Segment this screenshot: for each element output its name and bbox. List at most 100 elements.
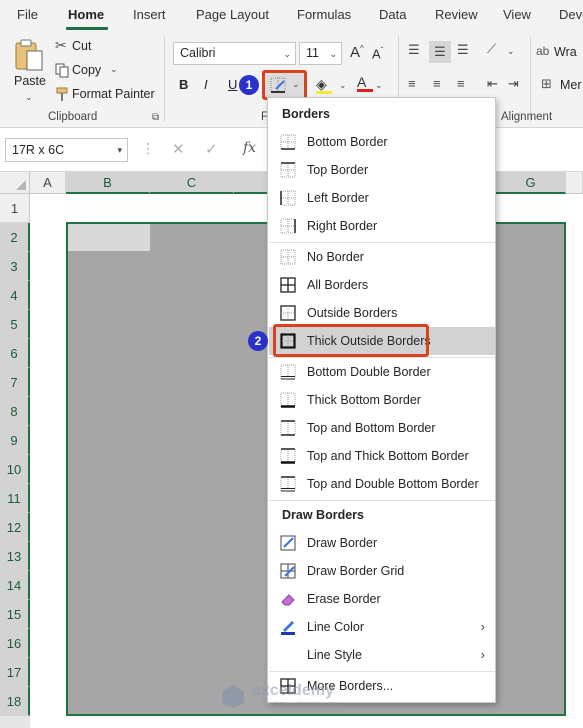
menu-item-all-borders[interactable]: All Borders bbox=[269, 271, 495, 299]
orientation-button[interactable]: ⟋ bbox=[487, 41, 496, 57]
menu-item-top-and-double-bottom-border[interactable]: Top and Double Bottom Border bbox=[269, 470, 495, 498]
dialog-launcher-icon[interactable]: ⧉ bbox=[152, 112, 159, 123]
menu-item-right-border[interactable]: Right Border bbox=[269, 212, 495, 240]
tab-insert[interactable]: Insert bbox=[133, 7, 166, 22]
row-header-13[interactable]: 13 bbox=[0, 542, 30, 571]
row-header-11[interactable]: 11 bbox=[0, 484, 30, 513]
insert-function-icon[interactable]: fx bbox=[243, 140, 256, 156]
tab-formulas[interactable]: Formulas bbox=[297, 7, 351, 22]
column-header-b[interactable]: B bbox=[66, 172, 150, 194]
cut-button[interactable]: ✂ Cut bbox=[55, 37, 115, 57]
name-box[interactable]: 17R x 6C ▾ bbox=[5, 138, 128, 162]
row-header-5[interactable]: 5 bbox=[0, 310, 30, 339]
menu-item-label: Top Border bbox=[307, 163, 369, 177]
font-color-button[interactable]: A bbox=[357, 74, 373, 92]
menu-item-line-color[interactable]: Line Color › bbox=[269, 613, 495, 641]
menu-item-erase-border[interactable]: Erase Border bbox=[269, 585, 495, 613]
menu-item-bottom-border[interactable]: Bottom Border bbox=[269, 128, 495, 156]
menu-item-bottom-double-border[interactable]: Bottom Double Border bbox=[269, 358, 495, 386]
tab-home[interactable]: Home bbox=[68, 7, 104, 22]
font-name-value: Calibri bbox=[180, 46, 216, 60]
row-header-14[interactable]: 14 bbox=[0, 571, 30, 600]
select-all-button[interactable] bbox=[0, 172, 30, 194]
row-header-3[interactable]: 3 bbox=[0, 252, 30, 281]
row-header-9[interactable]: 9 bbox=[0, 426, 30, 455]
chevron-down-icon: ▾ bbox=[117, 145, 122, 155]
menu-item-top-and-bottom-border[interactable]: Top and Bottom Border bbox=[269, 414, 495, 442]
align-left-button[interactable]: ≡ bbox=[408, 76, 416, 91]
wrap-text-button[interactable]: ab Wra bbox=[536, 44, 583, 64]
cancel-icon[interactable]: ✕ bbox=[172, 140, 185, 158]
chevron-right-icon: › bbox=[480, 619, 485, 634]
align-right-button[interactable]: ≡ bbox=[457, 76, 465, 91]
ribbon-tabs: File Home Insert Page Layout Formulas Da… bbox=[0, 0, 583, 32]
row-header-7[interactable]: 7 bbox=[0, 368, 30, 397]
row-header-6[interactable]: 6 bbox=[0, 339, 30, 368]
bold-button[interactable]: B bbox=[179, 77, 188, 92]
paste-button[interactable]: Paste ⌄ bbox=[8, 36, 50, 104]
tab-review[interactable]: Review bbox=[435, 7, 478, 22]
column-header-a[interactable]: A bbox=[30, 172, 66, 194]
row-header-1[interactable]: 1 bbox=[0, 194, 30, 223]
top-double-bottom-border-icon bbox=[280, 476, 296, 492]
menu-item-outside-borders[interactable]: Outside Borders bbox=[269, 299, 495, 327]
menu-item-draw-border[interactable]: Draw Border bbox=[269, 529, 495, 557]
tab-developer[interactable]: Deve bbox=[559, 7, 583, 22]
font-name-select[interactable]: Calibri ⌄ bbox=[173, 42, 296, 65]
underline-button[interactable]: U bbox=[228, 77, 237, 92]
decrease-indent-button[interactable]: ⇤ bbox=[487, 76, 498, 92]
menu-item-top-border[interactable]: Top Border bbox=[269, 156, 495, 184]
all-borders-icon bbox=[280, 277, 296, 293]
row-header-15[interactable]: 15 bbox=[0, 600, 30, 629]
thick-outside-borders-highlight bbox=[273, 324, 429, 357]
font-size-select[interactable]: 11 ⌄ bbox=[299, 42, 342, 65]
menu-item-top-and-thick-bottom-border[interactable]: Top and Thick Bottom Border bbox=[269, 442, 495, 470]
menu-item-draw-border-grid[interactable]: Draw Border Grid bbox=[269, 557, 495, 585]
borders-dropdown-menu: Borders Bottom Border Top Border Left Bo… bbox=[267, 97, 496, 703]
column-header-h[interactable] bbox=[566, 172, 583, 194]
align-center-button[interactable]: ≡ bbox=[433, 76, 441, 91]
format-painter-label: Format Painter bbox=[72, 87, 155, 101]
enter-icon[interactable]: ✓ bbox=[205, 140, 218, 158]
increase-font-size-button[interactable]: A^ bbox=[350, 44, 364, 61]
increase-indent-button[interactable]: ⇥ bbox=[508, 76, 519, 92]
menu-item-line-style[interactable]: Line Style › bbox=[269, 641, 495, 669]
chevron-down-icon[interactable]: ⌄ bbox=[375, 80, 383, 91]
tab-data[interactable]: Data bbox=[379, 7, 406, 22]
chevron-down-icon[interactable]: ⌄ bbox=[507, 46, 515, 57]
align-middle-button[interactable]: ☰ bbox=[429, 41, 451, 63]
tab-file[interactable]: File bbox=[17, 7, 38, 22]
menu-item-thick-bottom-border[interactable]: Thick Bottom Border bbox=[269, 386, 495, 414]
column-header-g[interactable]: G bbox=[496, 172, 566, 194]
alignment-group-label: Alignment bbox=[501, 111, 553, 123]
menu-item-left-border[interactable]: Left Border bbox=[269, 184, 495, 212]
row-header-18[interactable]: 18 bbox=[0, 687, 30, 716]
copy-button[interactable]: Copy ⌄ bbox=[55, 61, 125, 81]
outside-borders-icon bbox=[280, 305, 296, 321]
italic-button[interactable]: I bbox=[204, 77, 208, 92]
chevron-down-icon[interactable]: ⌄ bbox=[339, 80, 347, 91]
tab-view[interactable]: View bbox=[503, 7, 531, 22]
paintbrush-icon bbox=[56, 87, 68, 101]
row-header-16[interactable]: 16 bbox=[0, 629, 30, 658]
column-header-c[interactable]: C bbox=[150, 172, 234, 194]
active-cell[interactable] bbox=[68, 224, 150, 251]
menu-item-no-border[interactable]: No Border bbox=[269, 243, 495, 271]
align-bottom-button[interactable]: ☰ bbox=[457, 42, 469, 58]
tab-page-layout[interactable]: Page Layout bbox=[196, 7, 269, 22]
row-header-12[interactable]: 12 bbox=[0, 513, 30, 542]
fill-color-button[interactable]: ◈ bbox=[316, 76, 332, 94]
format-painter-button[interactable]: Format Painter bbox=[55, 85, 155, 105]
row-header-10[interactable]: 10 bbox=[0, 455, 30, 484]
row-header-8[interactable]: 8 bbox=[0, 397, 30, 426]
wrap-text-icon: ab bbox=[536, 44, 550, 58]
merge-center-button[interactable]: ⊞ Mer bbox=[541, 76, 583, 97]
cut-label: Cut bbox=[72, 39, 92, 53]
top-bottom-border-icon bbox=[280, 420, 296, 436]
row-header-17[interactable]: 17 bbox=[0, 658, 30, 687]
column-header-d[interactable] bbox=[234, 172, 268, 194]
row-header-2[interactable]: 2 bbox=[0, 223, 30, 252]
align-top-button[interactable]: ☰ bbox=[408, 42, 420, 58]
decrease-font-size-button[interactable]: Aˇ bbox=[372, 46, 383, 61]
row-header-4[interactable]: 4 bbox=[0, 281, 30, 310]
